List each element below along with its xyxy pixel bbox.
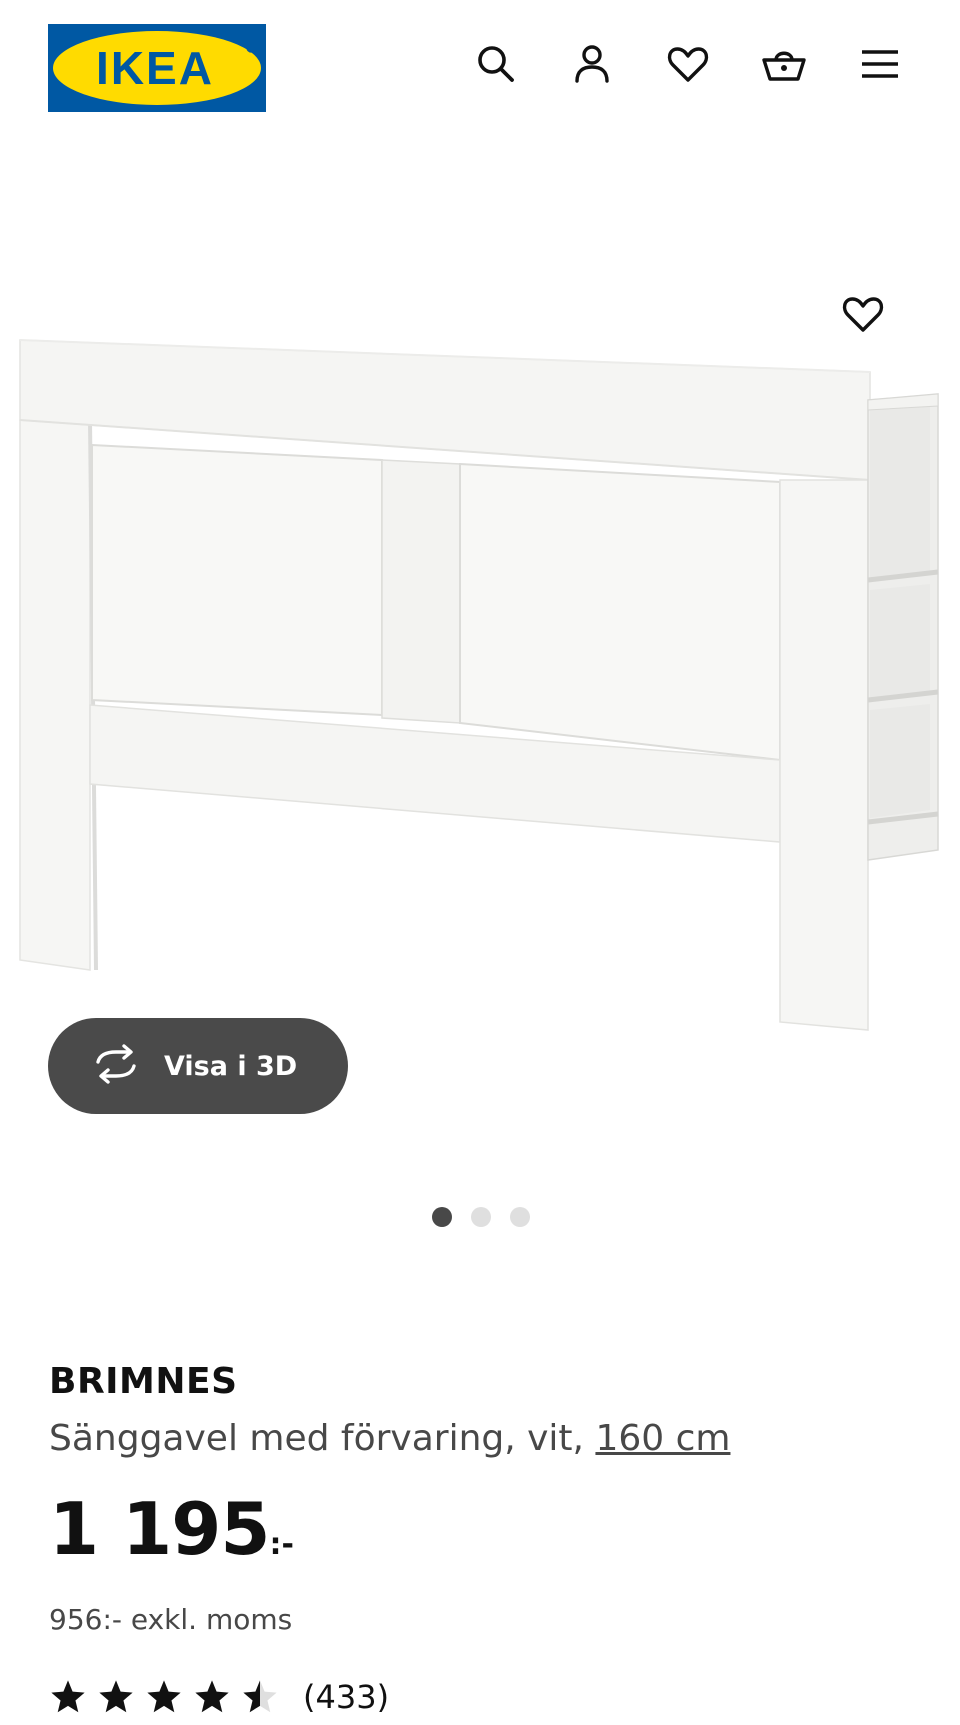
star-icon bbox=[195, 1680, 229, 1713]
add-to-favourites-button[interactable] bbox=[835, 288, 891, 344]
search-icon bbox=[473, 41, 519, 91]
view-in-3d-label: Visa i 3D bbox=[164, 1050, 298, 1082]
price-excl-vat: 956:- exkl. moms bbox=[49, 1603, 293, 1636]
star-icon bbox=[243, 1680, 277, 1713]
product-description: Sänggavel med förvaring, vit, 160 cm bbox=[49, 1416, 929, 1462]
product-price: 1 195:- bbox=[49, 1490, 929, 1588]
gallery-dot-1[interactable] bbox=[432, 1207, 452, 1227]
product-image bbox=[19, 339, 939, 1031]
heart-icon bbox=[840, 291, 886, 341]
gallery-pagination bbox=[432, 1207, 530, 1227]
star-icon bbox=[147, 1680, 181, 1713]
basket-icon bbox=[761, 41, 807, 91]
rotate-3d-icon bbox=[90, 1044, 142, 1088]
price-suffix: :- bbox=[269, 1527, 294, 1562]
user-icon bbox=[569, 41, 615, 91]
site-header: IKEA bbox=[0, 0, 960, 120]
price-integer: 1 195 bbox=[49, 1487, 270, 1571]
gallery-dot-3[interactable] bbox=[510, 1207, 530, 1227]
gallery-dot-2[interactable] bbox=[471, 1207, 491, 1227]
size-link[interactable]: 160 cm bbox=[595, 1418, 730, 1459]
review-count: (433) bbox=[303, 1678, 390, 1716]
star-icon bbox=[51, 1680, 85, 1713]
view-in-3d-button[interactable]: Visa i 3D bbox=[48, 1018, 348, 1114]
product-description-text: Sänggavel med förvaring, vit, bbox=[49, 1418, 596, 1459]
heart-icon bbox=[665, 41, 711, 91]
svg-text:IKEA: IKEA bbox=[96, 42, 214, 94]
favourites-button[interactable] bbox=[660, 38, 716, 94]
product-rating[interactable]: (433) bbox=[49, 1678, 929, 1716]
product-name: BRIMNES bbox=[49, 1361, 238, 1402]
product-info: BRIMNES Sänggavel med förvaring, vit, 16… bbox=[49, 1360, 929, 1716]
basket-button[interactable] bbox=[756, 38, 812, 94]
ikea-logo[interactable]: IKEA bbox=[48, 24, 266, 112]
profile-button[interactable] bbox=[564, 38, 620, 94]
product-gallery[interactable] bbox=[0, 250, 960, 1130]
star-icon bbox=[99, 1680, 133, 1713]
menu-button[interactable] bbox=[852, 38, 908, 94]
search-button[interactable] bbox=[468, 38, 524, 94]
menu-icon bbox=[857, 41, 903, 91]
